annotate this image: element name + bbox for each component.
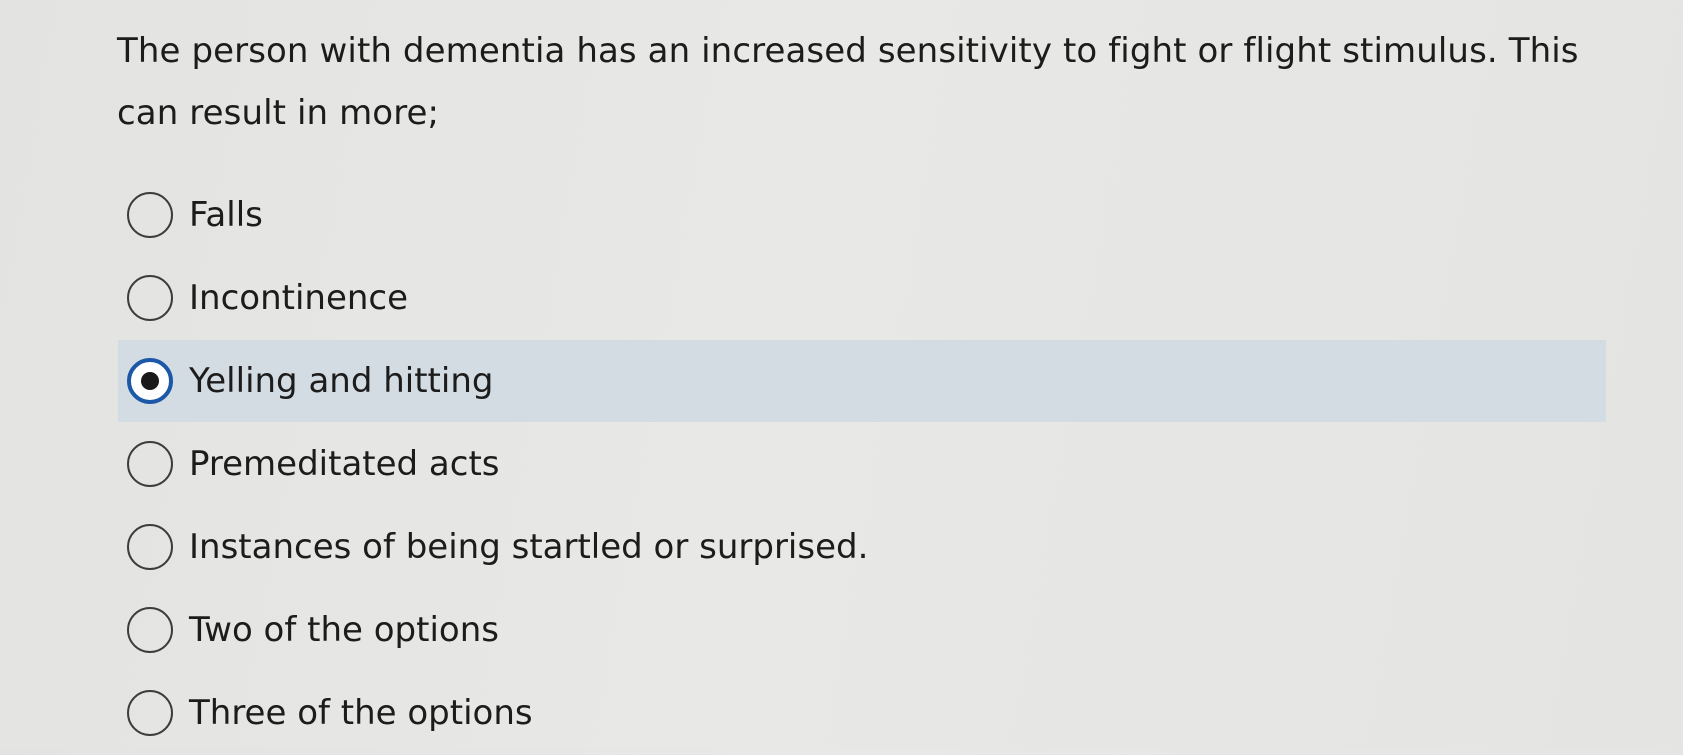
option-falls[interactable]: Falls [0, 174, 1683, 257]
option-premeditated-acts[interactable]: Premeditated acts [0, 423, 1683, 506]
radio-unchecked-icon[interactable] [127, 690, 173, 736]
option-label: Falls [189, 195, 263, 235]
option-label: Incontinence [189, 278, 409, 318]
option-label: Premeditated acts [189, 444, 500, 484]
option-yelling-and-hitting[interactable]: Yelling and hitting [0, 340, 1683, 423]
option-incontinence[interactable]: Incontinence [0, 257, 1683, 340]
radio-unchecked-icon[interactable] [127, 524, 173, 570]
option-three-of-the-options[interactable]: Three of the options [0, 672, 1683, 755]
radio-unchecked-icon[interactable] [127, 607, 173, 653]
radio-unchecked-icon[interactable] [127, 275, 173, 321]
radio-checked-icon[interactable] [127, 358, 173, 404]
option-two-of-the-options[interactable]: Two of the options [0, 589, 1683, 672]
option-startled-or-surprised[interactable]: Instances of being startled or surprised… [0, 506, 1683, 589]
option-label: Two of the options [189, 610, 499, 650]
question-text: The person with dementia has an increase… [117, 31, 1579, 133]
answer-options-list: Falls Incontinence Yelling and hitting P… [0, 174, 1683, 755]
radio-unchecked-icon[interactable] [127, 192, 173, 238]
option-label: Three of the options [189, 693, 533, 733]
option-label: Yelling and hitting [189, 361, 494, 401]
radio-dot-icon [141, 372, 159, 390]
option-label: Instances of being startled or surprised… [189, 527, 869, 567]
radio-unchecked-icon[interactable] [127, 441, 173, 487]
